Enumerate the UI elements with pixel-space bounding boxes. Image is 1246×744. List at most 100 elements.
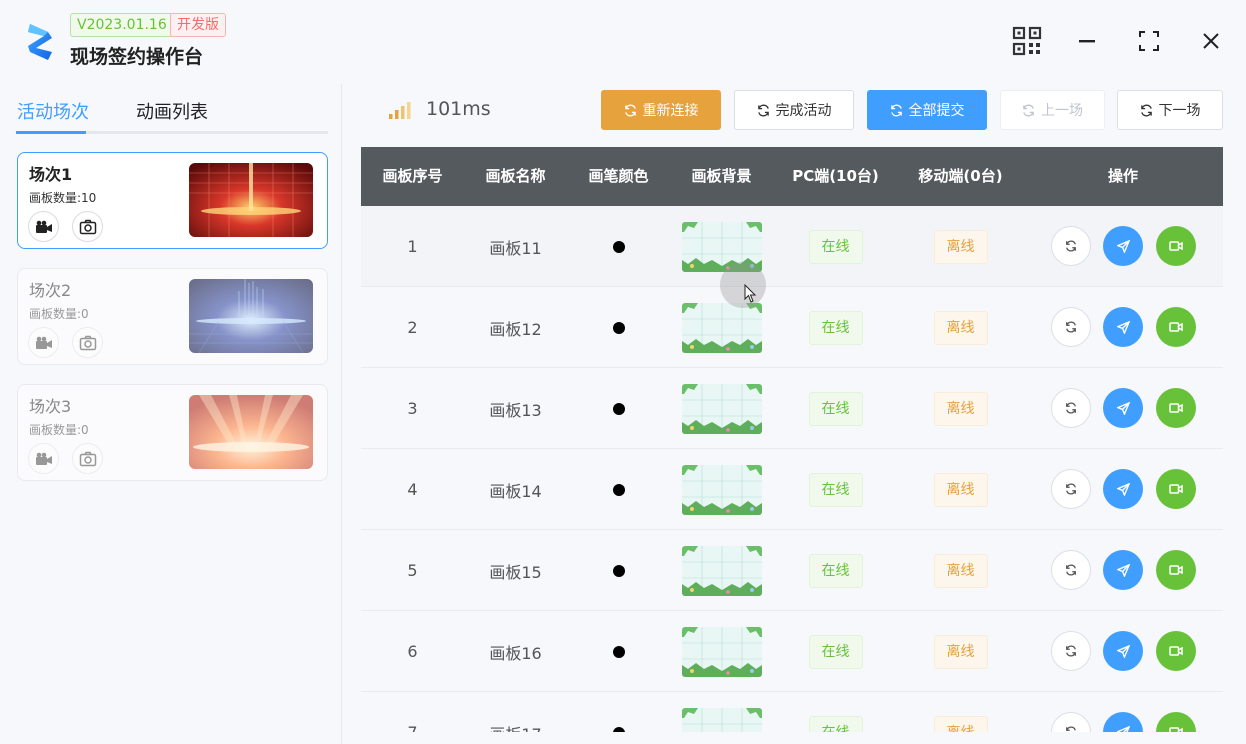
table-header: 画板序号 画板名称 画笔颜色 画板背景 PC端(10台) 移动端(0台) 操作 bbox=[361, 147, 1223, 206]
board-name: 画板13 bbox=[489, 400, 542, 420]
minimize-icon[interactable] bbox=[1072, 26, 1102, 56]
refresh-button[interactable] bbox=[1051, 631, 1091, 671]
video-camera-icon[interactable] bbox=[28, 443, 59, 474]
app-logo-icon bbox=[28, 24, 52, 60]
mobile-status: 离线 bbox=[898, 692, 1023, 732]
scene-card-3[interactable]: 场次3 画板数量:0 bbox=[17, 384, 328, 481]
send-button[interactable] bbox=[1103, 631, 1143, 671]
refresh-icon bbox=[757, 104, 769, 116]
send-button[interactable] bbox=[1103, 712, 1143, 732]
video-icon bbox=[1169, 484, 1183, 494]
send-button[interactable] bbox=[1103, 307, 1143, 347]
camera-icon[interactable] bbox=[72, 327, 103, 358]
video-button[interactable] bbox=[1156, 226, 1196, 266]
scene-thumbnail bbox=[189, 395, 313, 469]
pen-color bbox=[567, 206, 670, 287]
video-button[interactable] bbox=[1156, 388, 1196, 428]
status-badge: 在线 bbox=[808, 310, 863, 345]
tab-animation-list[interactable]: 动画列表 bbox=[136, 98, 208, 124]
refresh-button[interactable] bbox=[1051, 388, 1091, 428]
send-icon bbox=[1116, 401, 1130, 415]
next-scene-label: 下一场 bbox=[1158, 103, 1201, 119]
next-scene-button[interactable]: 下一场 bbox=[1117, 90, 1223, 130]
camera-icon[interactable] bbox=[72, 443, 103, 474]
reconnect-button[interactable]: 重新连接 bbox=[601, 90, 721, 130]
refresh-icon bbox=[1066, 726, 1076, 731]
refresh-icon bbox=[1023, 104, 1034, 116]
latency-value: 101ms bbox=[426, 98, 491, 120]
refresh-icon bbox=[1066, 402, 1076, 414]
video-camera-icon[interactable] bbox=[28, 211, 59, 242]
status-badge: 在线 bbox=[808, 553, 863, 588]
tab-activity-sessions[interactable]: 活动场次 bbox=[17, 98, 89, 124]
send-icon bbox=[1116, 563, 1130, 577]
pen-color bbox=[567, 287, 670, 368]
send-button[interactable] bbox=[1103, 226, 1143, 266]
pen-color-swatch bbox=[612, 645, 625, 658]
scene-card-2[interactable]: 场次2 画板数量:0 bbox=[17, 268, 328, 365]
board-table: 画板序号 画板名称 画笔颜色 画板背景 PC端(10台) 移动端(0台) 操作 … bbox=[361, 147, 1223, 732]
pc-status: 在线 bbox=[773, 611, 898, 692]
refresh-button[interactable] bbox=[1051, 226, 1091, 266]
close-icon[interactable] bbox=[1196, 26, 1226, 56]
complete-activity-label: 完成活动 bbox=[775, 103, 832, 119]
submit-all-button[interactable]: 全部提交 bbox=[867, 90, 987, 130]
table-row: 4 画板14 在线 离线 bbox=[361, 449, 1223, 530]
refresh-button[interactable] bbox=[1051, 550, 1091, 590]
board-number: 5 bbox=[407, 561, 418, 580]
previous-scene-label: 上一场 bbox=[1041, 103, 1083, 119]
pen-color bbox=[567, 611, 670, 692]
video-button[interactable] bbox=[1156, 469, 1196, 509]
video-icon bbox=[1169, 403, 1183, 413]
complete-activity-button[interactable]: 完成活动 bbox=[734, 90, 854, 130]
status-badge: 离线 bbox=[933, 715, 988, 732]
refresh-button[interactable] bbox=[1051, 307, 1091, 347]
send-button[interactable] bbox=[1103, 550, 1143, 590]
app-title: 现场签约操作台 bbox=[70, 46, 204, 68]
video-camera-icon[interactable] bbox=[28, 327, 59, 358]
pc-status: 在线 bbox=[773, 449, 898, 530]
board-number: 2 bbox=[407, 318, 418, 337]
video-icon bbox=[1169, 727, 1183, 732]
scene-thumbnail bbox=[189, 163, 313, 237]
video-button[interactable] bbox=[1156, 631, 1196, 671]
refresh-icon bbox=[1140, 104, 1152, 116]
camera-icon[interactable] bbox=[72, 211, 103, 242]
scene-card-1[interactable]: 场次1 画板数量:10 bbox=[17, 152, 328, 249]
background-thumbnail bbox=[681, 464, 762, 515]
previous-scene-button[interactable]: 上一场 bbox=[1000, 90, 1105, 130]
background-thumbnail bbox=[681, 626, 762, 677]
mobile-status: 离线 bbox=[898, 368, 1023, 449]
send-button[interactable] bbox=[1103, 388, 1143, 428]
board-number: 3 bbox=[407, 399, 418, 418]
qrcode-icon[interactable] bbox=[1012, 26, 1042, 56]
tab-active-indicator bbox=[16, 131, 86, 134]
mobile-status: 离线 bbox=[898, 206, 1023, 287]
fullscreen-icon[interactable] bbox=[1134, 26, 1164, 56]
pc-status: 在线 bbox=[773, 287, 898, 368]
refresh-button[interactable] bbox=[1051, 712, 1091, 732]
send-button[interactable] bbox=[1103, 469, 1143, 509]
title-bar: V2023.01.16 开发版 现场签约操作台 bbox=[0, 0, 1246, 84]
board-background bbox=[670, 449, 773, 530]
table-row: 7 画板17 在线 离线 bbox=[361, 692, 1223, 732]
status-badge: 离线 bbox=[933, 229, 988, 264]
background-thumbnail bbox=[681, 383, 762, 434]
board-name: 画板17 bbox=[464, 692, 567, 733]
send-icon bbox=[1116, 320, 1130, 334]
background-thumbnail bbox=[681, 707, 762, 732]
status-badge: 离线 bbox=[933, 634, 988, 669]
video-button[interactable] bbox=[1156, 712, 1196, 732]
refresh-icon bbox=[1066, 240, 1076, 252]
send-icon bbox=[1116, 725, 1130, 732]
board-background bbox=[670, 206, 773, 287]
header-board-name: 画板名称 bbox=[485, 167, 546, 185]
pen-color-swatch bbox=[612, 321, 625, 334]
status-badge: 离线 bbox=[933, 472, 988, 507]
mobile-status: 离线 bbox=[898, 287, 1023, 368]
video-button[interactable] bbox=[1156, 307, 1196, 347]
table-row: 2 画板12 在线 离线 bbox=[361, 287, 1223, 368]
refresh-button[interactable] bbox=[1051, 469, 1091, 509]
board-name: 画板11 bbox=[489, 238, 542, 258]
video-button[interactable] bbox=[1156, 550, 1196, 590]
